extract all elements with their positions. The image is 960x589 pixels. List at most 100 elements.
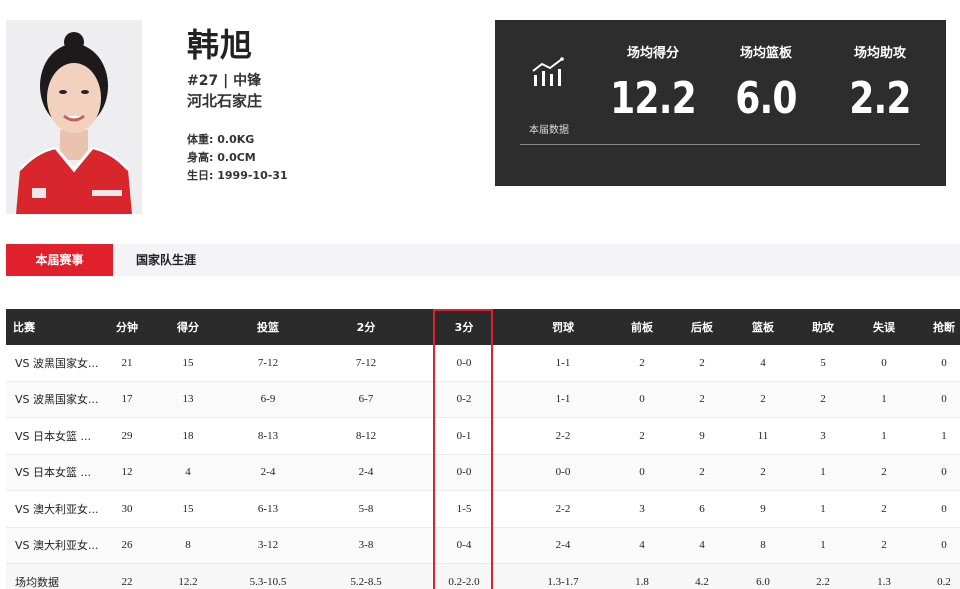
header-stl: 抢断 xyxy=(933,321,955,334)
table-row[interactable]: VS 波黑国家女... 17 13 6-9 6-7 0-2 1-1 0 2 2 2 1 0 xyxy=(6,381,960,418)
cell-minutes: 21 xyxy=(121,356,133,369)
cell-off-reb: 4 xyxy=(639,539,645,552)
cell-three-pt: 0-0 xyxy=(456,356,472,369)
cell-three-pt: 0-1 xyxy=(456,429,472,442)
table-row[interactable]: VS 澳大利亚女... 26 8 3-12 3-8 0-4 2-4 4 4 8 1 2 0 xyxy=(6,527,960,564)
cell-fg: 3-12 xyxy=(257,539,279,552)
cell-reb: 2 xyxy=(760,466,766,479)
cell-stl: 0 xyxy=(941,539,947,552)
cell-stl: 1 xyxy=(941,429,947,442)
cell-stl: 0 xyxy=(941,502,947,515)
header-off-reb: 前板 xyxy=(631,321,653,334)
cell-fg: 6-13 xyxy=(257,502,279,515)
cell-three-pt: 1-5 xyxy=(456,502,472,515)
header-ft: 罚球 xyxy=(552,321,574,334)
player-name: 韩旭 xyxy=(187,26,254,64)
cell-two-pt: 3-8 xyxy=(358,539,374,552)
cell-tov: 2 xyxy=(881,539,887,552)
avg-points: 12.2 xyxy=(178,575,198,588)
game-stats-table: 比赛 分钟 得分 投篮 2分 3分 罚球 前板 后板 篮板 助攻 失误 抢断 VS 波黑国家女... 21… xyxy=(6,309,960,589)
cell-fg: 7-12 xyxy=(257,356,279,369)
cell-match: VS 澳大利亚女... xyxy=(15,539,99,553)
cell-off-reb: 3 xyxy=(639,502,645,515)
table-row[interactable]: VS 日本女篮 ... 12 4 2-4 2-4 0-0 0-0 0 2 2 1 2 0 xyxy=(6,454,960,491)
tab-national-career[interactable]: 国家队生涯 xyxy=(126,244,206,276)
header-tov: 失误 xyxy=(873,321,895,334)
player-birth: 生日: 1999-10-31 xyxy=(187,167,288,183)
table-row[interactable]: VS 澳大利亚女... 30 15 6-13 5-8 1-5 2-2 3 6 9 1 2 0 xyxy=(6,491,960,528)
cell-points: 8 xyxy=(185,539,191,552)
table-header: 比赛 分钟 得分 投篮 2分 3分 罚球 前板 后板 篮板 助攻 失误 抢断 xyxy=(6,309,960,345)
cell-off-reb: 2 xyxy=(639,429,645,442)
cell-def-reb: 6 xyxy=(699,502,705,515)
cell-three-pt: 0-0 xyxy=(456,466,472,479)
cell-fg: 2-4 xyxy=(260,466,276,479)
cell-def-reb: 4 xyxy=(699,539,705,552)
tab-current-tournament[interactable]: 本届赛事 xyxy=(6,244,113,276)
cell-points: 15 xyxy=(182,356,194,369)
cell-tov: 2 xyxy=(881,466,887,479)
avg-ast: 2.2 xyxy=(816,575,830,588)
cell-tov: 1 xyxy=(881,429,887,442)
cell-minutes: 12 xyxy=(121,466,133,479)
cell-fg: 8-13 xyxy=(257,429,279,442)
cell-def-reb: 9 xyxy=(699,429,705,442)
cell-reb: 4 xyxy=(760,356,766,369)
cell-match: VS 日本女篮 ... xyxy=(15,429,91,443)
avg-match: 场均数据 xyxy=(15,575,59,589)
avg-tov: 1.3 xyxy=(877,575,891,588)
avg-reb: 6.0 xyxy=(756,575,770,588)
player-origin: 河北石家庄 xyxy=(187,92,263,110)
cell-fg: 6-9 xyxy=(260,393,276,406)
cell-ast: 3 xyxy=(820,429,826,442)
header-ast: 助攻 xyxy=(812,321,834,334)
cell-ft: 0-0 xyxy=(555,466,571,479)
birth-value: 1999-10-31 xyxy=(217,169,288,182)
avg-three-pt: 0.2-2.0 xyxy=(448,575,480,588)
player-number-position: #27 | 中锋 xyxy=(187,73,262,89)
height-value: 0.0CM xyxy=(217,151,256,164)
cell-def-reb: 2 xyxy=(699,356,705,369)
stats-divider xyxy=(520,144,920,145)
stat-points-value: 12.2 xyxy=(610,73,697,124)
cell-def-reb: 2 xyxy=(699,393,705,406)
cell-def-reb: 2 xyxy=(699,466,705,479)
cell-tov: 2 xyxy=(881,502,887,515)
cell-three-pt: 0-2 xyxy=(456,393,472,406)
cell-ast: 2 xyxy=(820,393,826,406)
stat-assists-value: 2.2 xyxy=(849,73,911,124)
cell-points: 13 xyxy=(182,393,194,406)
chart-icon xyxy=(531,57,565,87)
stat-rebounds-label: 场均篮板 xyxy=(739,46,792,61)
cell-ft: 2-2 xyxy=(555,502,571,515)
avg-minutes: 22 xyxy=(121,575,133,588)
cell-minutes: 30 xyxy=(121,502,133,515)
cell-match: VS 波黑国家女... xyxy=(15,356,99,370)
table-row[interactable]: VS 波黑国家女... 21 15 7-12 7-12 0-0 1-1 2 2 4 5 0 0 xyxy=(6,345,960,382)
cell-tov: 0 xyxy=(881,356,887,369)
player-photo xyxy=(6,20,142,214)
cell-two-pt: 8-12 xyxy=(355,429,377,442)
stat-assists: 场均助攻 2.2 xyxy=(820,40,940,124)
cell-off-reb: 0 xyxy=(639,466,645,479)
cell-two-pt: 2-4 xyxy=(358,466,374,479)
cell-ast: 1 xyxy=(820,502,826,515)
avg-def-reb: 4.2 xyxy=(695,575,709,588)
cell-two-pt: 7-12 xyxy=(355,356,377,369)
stat-assists-label: 场均助攻 xyxy=(853,46,906,61)
cell-two-pt: 6-7 xyxy=(358,393,374,406)
header-reb: 篮板 xyxy=(752,321,774,334)
avg-ft: 1.3-1.7 xyxy=(547,575,579,588)
season-stats-panel: 本届数据 场均得分 12.2 场均篮板 6.0 场均助攻 2.2 xyxy=(495,20,946,186)
table-row[interactable]: VS 日本女篮 ... 29 18 8-13 8-12 0-1 2-2 2 9 11 3 1 1 xyxy=(6,418,960,455)
stat-points-label: 场均得分 xyxy=(626,46,679,61)
cell-match: VS 波黑国家女... xyxy=(15,393,99,407)
cell-ft: 1-1 xyxy=(555,356,571,369)
header-def-reb: 后板 xyxy=(691,321,713,334)
season-stats-label: 本届数据 xyxy=(529,125,569,136)
cell-reb: 2 xyxy=(760,393,766,406)
cell-reb: 9 xyxy=(760,502,766,515)
cell-three-pt: 0-4 xyxy=(456,539,472,552)
cell-minutes: 26 xyxy=(121,539,133,552)
avg-two-pt: 5.2-8.5 xyxy=(350,575,382,588)
